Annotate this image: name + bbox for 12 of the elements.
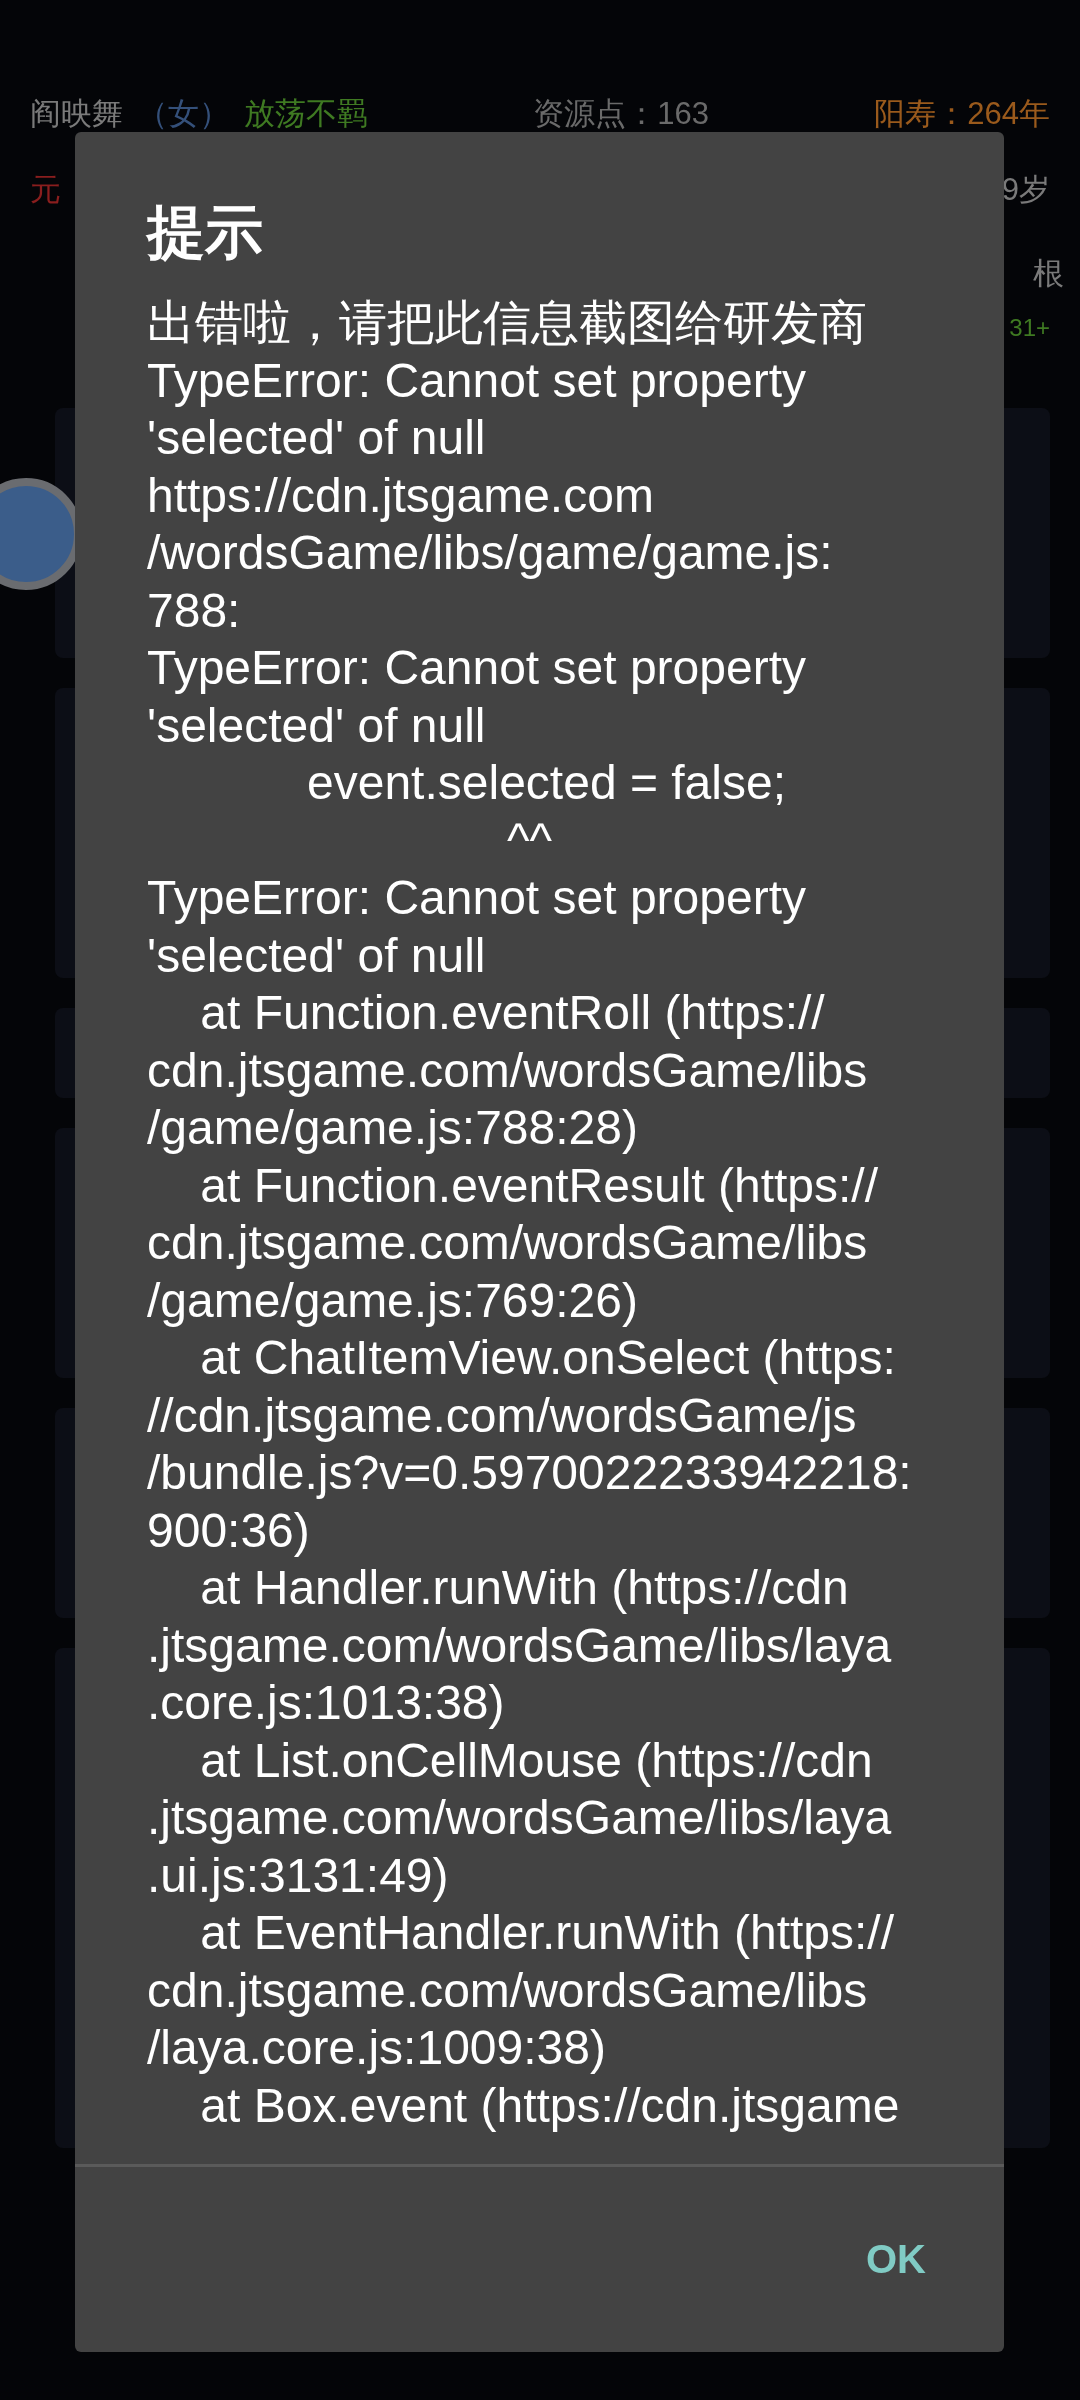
character-name: 阎映舞 [30, 95, 123, 133]
error-message: 出错啦，请把此信息截图给研发商 TypeError: Cannot set property 'selected' of null https://cdn.jtsgame.com /wordsGame/libs/game/game.js: 788: TypeError: Cannot set property 'selected' of null event.selected = false; ^^ TypeError: Cannot set property 'selected' of null at Function.eventRoll (https:// cdn.jtsgame.com/wordsGame/libs /game/game.js:788:28) at Function.eventResult (https:// cdn.jtsgame.com/wordsGame/libs /game/game.js:769:26) at ChatItemView.onSelect (https: //cdn.jtsgame.com/wordsGame/js /bundle.js?v=0.5970022233942218: 900:36) at Handler.runWith (https://cdn .jtsgame.com/wordsGame/libs/laya .core.js:1013:38) at List.onCellMouse (https://cdn .jtsgame.com/wordsGame/libs/laya .ui.js:3131:49) at EventHandler.runWith (https:// cdn.jtsgame.com/wordsGame/libs /laya.core.js:1009:38) at Box.event (https://cdn.jtsgame [147, 295, 913, 2134]
stat-label: 根 [1033, 255, 1064, 293]
age-label: 9岁 [1001, 171, 1050, 209]
dialog-title: 提示 [147, 198, 264, 266]
realm-label: 元 [30, 171, 61, 209]
lifespan-label: 阳寿：264年 [874, 95, 1050, 133]
ok-button[interactable]: OK [848, 2227, 944, 2292]
gender-label: （女） [137, 95, 230, 133]
stat-value: 31+ [1009, 314, 1050, 342]
trait-label: 放荡不羁 [244, 95, 368, 133]
resource-points: 资源点：163 [533, 95, 709, 133]
